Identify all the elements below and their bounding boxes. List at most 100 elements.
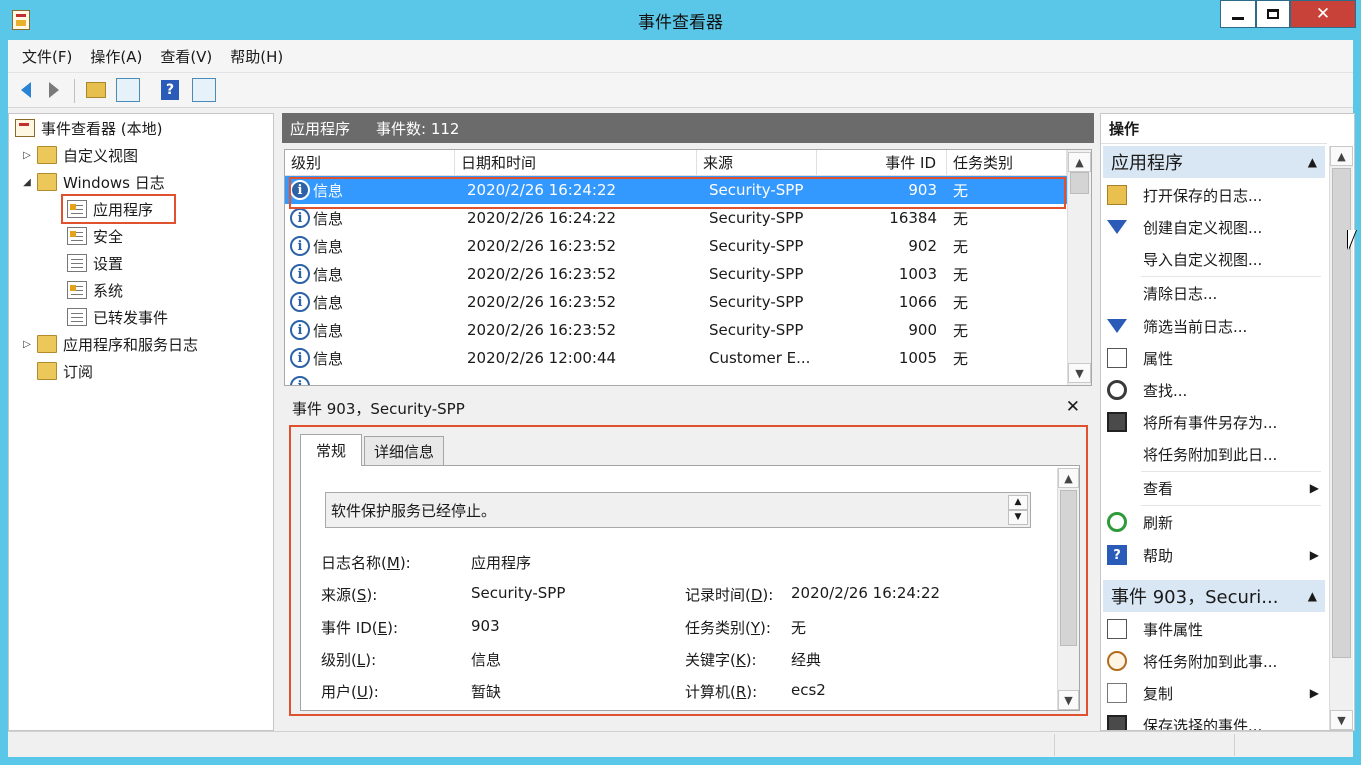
table-row-partial[interactable]: i [285,372,1067,385]
cell-level: 信息 [313,237,344,256]
action-clear-log[interactable]: 清除日志... [1107,277,1321,309]
scroll-up-arrow-icon[interactable]: ▲ [1068,152,1091,172]
cell-datetime: 2020/2/26 16:23:52 [467,265,617,283]
action-find[interactable]: 查找... [1107,374,1321,406]
action-event-properties[interactable]: 事件属性 [1107,613,1321,645]
forward-button[interactable] [42,78,66,102]
info-icon: i [290,376,310,385]
action-filter-current-log[interactable]: 筛选当前日志... [1107,310,1321,342]
log-icon [67,308,87,326]
action-refresh[interactable]: 刷新 [1107,506,1321,538]
expand-icon[interactable]: ▷ [21,339,33,350]
maximize-button[interactable] [1256,0,1290,28]
table-row[interactable]: i 信息 2020/2/26 16:23:52 Security-SPP 902 … [285,232,1067,260]
cell-level: 信息 [313,321,344,340]
tab-general[interactable]: 常规 [300,434,362,466]
log-header: 应用程序 事件数: 112 [282,113,1094,143]
save-icon [1107,715,1127,730]
tree-item-app-service-logs[interactable]: ▷ 应用程序和服务日志 [21,332,198,356]
source-label: 来源(S): [321,586,378,604]
help-button[interactable]: ? [158,78,182,102]
action-import-custom-view[interactable]: 导入自定义视图... [1107,243,1321,275]
action-help[interactable]: ? 帮助 ▶ [1107,539,1321,571]
event-description[interactable]: 软件保护服务已经停止。 ▲ ▼ [325,492,1031,528]
cell-source: Security-SPP [709,209,804,227]
task-category-value: 无 [791,619,807,637]
minimize-button[interactable] [1220,0,1256,28]
action-create-custom-view[interactable]: 创建自定义视图... [1107,211,1321,243]
menu-action[interactable]: 操作(A) [84,46,148,67]
help-icon: ? [1107,545,1127,565]
close-icon[interactable]: ✕ [1066,397,1080,417]
show-hide-action-pane-button[interactable] [192,78,216,102]
menu-file[interactable]: 文件(F) [16,46,78,67]
close-button[interactable]: ✕ [1290,0,1356,28]
scroll-thumb[interactable] [1070,172,1089,194]
action-attach-task-to-event[interactable]: 将任务附加到此事... [1107,645,1321,677]
info-icon: i [290,264,310,284]
funnel-icon [1107,319,1127,333]
col-datetime[interactable]: 日期和时间 [455,150,697,176]
tree-item-custom-views[interactable]: ▷ 自定义视图 [21,143,138,167]
col-level[interactable]: 级别 [285,150,455,176]
info-icon: i [290,320,310,340]
tab-details[interactable]: 详细信息 [364,436,444,466]
tree-item-root[interactable]: 事件查看器 (本地) [15,116,162,140]
collapse-up-icon[interactable]: ▲ [1308,155,1317,169]
back-button[interactable] [14,78,38,102]
tree-item-system[interactable]: 系统 [67,278,123,302]
tree-item-label: 订阅 [63,362,94,381]
submenu-arrow-icon: ▶ [1309,481,1319,495]
scroll-down-arrow-icon[interactable]: ▼ [1058,690,1079,710]
collapse-icon[interactable]: ◢ [21,177,33,188]
table-row[interactable]: i 信息 2020/2/26 16:23:52 Security-SPP 1066… [285,288,1067,316]
status-divider [1054,734,1055,756]
scroll-down-arrow-icon[interactable]: ▼ [1330,710,1353,730]
show-hide-console-tree-button[interactable] [116,78,140,102]
cell-task: 无 [953,293,969,312]
event-id-label: 事件 ID(E): [321,619,398,637]
title-bar[interactable]: 事件查看器 ✕ [0,0,1361,40]
action-attach-task-to-log[interactable]: 将任务附加到此日... [1107,438,1321,470]
menu-help[interactable]: 帮助(H) [224,46,289,67]
events-scrollbar[interactable]: ▲ ▼ [1067,150,1091,385]
desc-scroll-down-icon[interactable]: ▼ [1008,510,1028,525]
tree-item-security[interactable]: 安全 [67,224,123,248]
cell-task: 无 [953,265,969,284]
actions-section-event[interactable]: 事件 903，Securi... ▲ [1103,580,1325,612]
table-row[interactable]: i 信息 2020/2/26 16:23:52 Security-SPP 1003… [285,260,1067,288]
tree-item-windows-logs[interactable]: ◢ Windows 日志 [21,170,165,194]
desc-scroll-up-icon[interactable]: ▲ [1008,495,1028,510]
menu-view[interactable]: 查看(V) [154,46,218,67]
description-text: 软件保护服务已经停止。 [331,501,497,520]
user-value: 暂缺 [471,683,502,701]
up-folder-button[interactable] [84,78,108,102]
col-source[interactable]: 来源 [697,150,817,176]
scroll-thumb[interactable] [1060,490,1077,646]
col-task-category[interactable]: 任务类别 [947,150,1067,176]
tree-item-label: 设置 [93,254,124,273]
scroll-up-arrow-icon[interactable]: ▲ [1058,468,1079,488]
scroll-up-arrow-icon[interactable]: ▲ [1330,146,1353,166]
details-scrollbar[interactable]: ▲ ▼ [1057,468,1079,710]
action-copy[interactable]: 复制 ▶ [1107,677,1321,709]
action-save-selected-events[interactable]: 保存选择的事件... [1107,709,1321,730]
scroll-down-arrow-icon[interactable]: ▼ [1068,363,1091,383]
tree-item-setup[interactable]: 设置 [67,251,123,275]
expand-icon[interactable]: ▷ [21,150,33,161]
actions-section-application[interactable]: 应用程序 ▲ [1103,146,1325,178]
col-event-id[interactable]: 事件 ID [817,150,947,176]
folder-icon [37,335,57,353]
action-open-saved-log[interactable]: 打开保存的日志... [1107,179,1321,211]
tree-item-forwarded-events[interactable]: 已转发事件 [67,305,168,329]
action-properties[interactable]: 属性 [1107,342,1321,374]
table-row[interactable]: i 信息 2020/2/26 16:23:52 Security-SPP 900 … [285,316,1067,344]
info-icon: i [290,348,310,368]
action-save-all-events[interactable]: 将所有事件另存为... [1107,406,1321,438]
collapse-up-icon[interactable]: ▲ [1308,589,1317,603]
action-view[interactable]: 查看 ▶ [1107,472,1321,504]
table-row[interactable]: i 信息 2020/2/26 12:00:44 Customer E... 100… [285,344,1067,372]
cell-level: 信息 [313,349,344,368]
tree-item-subscriptions[interactable]: 订阅 [37,359,93,383]
cell-event-id: 1003 [898,265,937,283]
